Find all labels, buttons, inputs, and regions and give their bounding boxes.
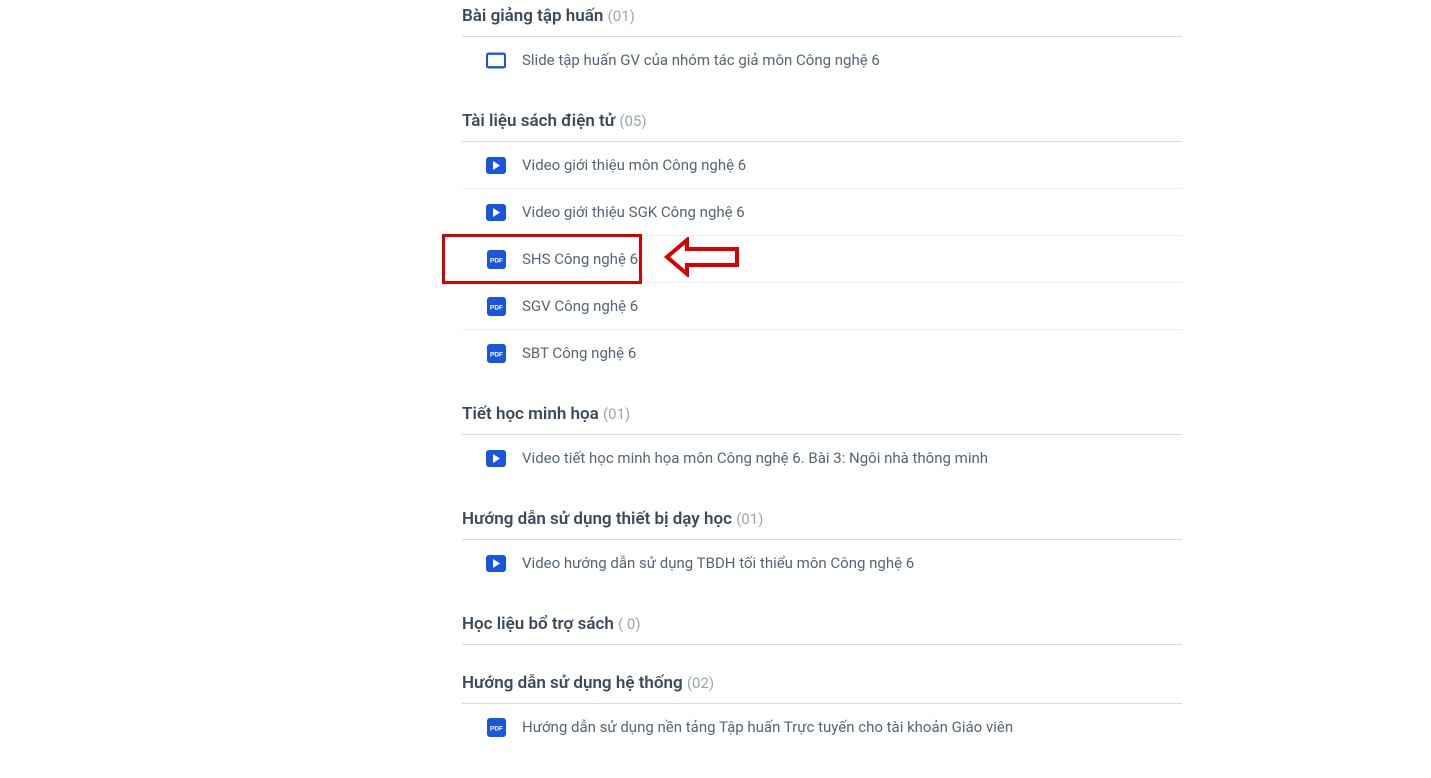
- section-count: (01): [608, 7, 635, 25]
- resource-item[interactable]: PDF SBT Công nghệ 6: [462, 330, 1182, 376]
- video-icon: [486, 155, 506, 175]
- section-title: Tài liệu sách điện tử: [462, 111, 615, 131]
- resource-item-label: SGV Công nghệ 6: [522, 297, 638, 315]
- section-title: Hướng dẫn sử dụng thiết bị dạy học: [462, 509, 732, 529]
- section-header: Tiết học minh họa (01): [462, 404, 1182, 435]
- resource-item[interactable]: Video giới thiệu SGK Công nghệ 6: [462, 189, 1182, 236]
- section-count: (05): [619, 112, 646, 130]
- pdf-icon: PDF: [486, 296, 506, 316]
- pdf-icon: PDF: [486, 249, 506, 269]
- section: Học liệu bổ trợ sách ( 0): [462, 614, 1182, 645]
- resource-item-label: Video giới thiệu môn Công nghệ 6: [522, 156, 746, 174]
- resource-item-label: Slide tập huấn GV của nhóm tác giả môn C…: [522, 51, 880, 69]
- section: Hướng dẫn sử dụng hệ thống (02) PDF Hướng …: [462, 673, 1182, 750]
- section-header: Hướng dẫn sử dụng thiết bị dạy học (01): [462, 509, 1182, 540]
- section-title: Bài giảng tập huấn: [462, 6, 603, 26]
- resource-item[interactable]: PDF Hướng dẫn sử dụng nền tảng Tập huấn T…: [462, 704, 1182, 750]
- resource-item-label: Video hướng dẫn sử dụng TBDH tối thiểu m…: [522, 554, 914, 572]
- pdf-icon: PDF: [486, 343, 506, 363]
- pdf-icon: PDF: [486, 717, 506, 737]
- video-icon: [486, 202, 506, 222]
- section: Tài liệu sách điện tử (05) Video giới thi…: [462, 111, 1182, 376]
- section-header: Hướng dẫn sử dụng hệ thống (02): [462, 673, 1182, 704]
- section-title: Tiết học minh họa: [462, 404, 599, 424]
- resource-item[interactable]: Slide tập huấn GV của nhóm tác giả môn C…: [462, 37, 1182, 83]
- video-icon: [486, 553, 506, 573]
- section: Bài giảng tập huấn (01) Slide tập huấn GV…: [462, 6, 1182, 83]
- svg-text:PDF: PDF: [490, 257, 503, 264]
- svg-text:PDF: PDF: [490, 351, 503, 358]
- resource-item-label: SBT Công nghệ 6: [522, 344, 636, 362]
- resource-item[interactable]: Video giới thiệu môn Công nghệ 6: [462, 142, 1182, 189]
- section-count: (01): [736, 510, 763, 528]
- resource-item[interactable]: PDF SGV Công nghệ 6: [462, 283, 1182, 330]
- section-header: Học liệu bổ trợ sách ( 0): [462, 614, 1182, 645]
- resource-item-label: Hướng dẫn sử dụng nền tảng Tập huấn Trực…: [522, 718, 1013, 736]
- section-header: Bài giảng tập huấn (01): [462, 6, 1182, 37]
- resource-item-label: SHS Công nghệ 6: [522, 250, 638, 268]
- resource-item[interactable]: Video tiết học minh họa môn Công nghệ 6.…: [462, 435, 1182, 481]
- section-title: Học liệu bổ trợ sách: [462, 614, 614, 634]
- resource-item[interactable]: PDF SHS Công nghệ 6: [462, 236, 1182, 283]
- svg-text:PDF: PDF: [490, 725, 503, 732]
- section-title: Hướng dẫn sử dụng hệ thống: [462, 673, 683, 693]
- resource-item-label: Video tiết học minh họa môn Công nghệ 6.…: [522, 449, 988, 467]
- slide-icon: [486, 50, 506, 70]
- section: Hướng dẫn sử dụng thiết bị dạy học (01) V…: [462, 509, 1182, 586]
- section-count: ( 0): [618, 615, 641, 633]
- video-icon: [486, 448, 506, 468]
- section-count: (01): [603, 405, 630, 423]
- section-header: Tài liệu sách điện tử (05): [462, 111, 1182, 142]
- arrow-left-icon: [662, 237, 742, 281]
- resource-item[interactable]: Video hướng dẫn sử dụng TBDH tối thiểu m…: [462, 540, 1182, 586]
- svg-text:PDF: PDF: [490, 304, 503, 311]
- resource-item-label: Video giới thiệu SGK Công nghệ 6: [522, 203, 745, 221]
- section: Tiết học minh họa (01) Video tiết học min…: [462, 404, 1182, 481]
- section-count: (02): [687, 674, 714, 692]
